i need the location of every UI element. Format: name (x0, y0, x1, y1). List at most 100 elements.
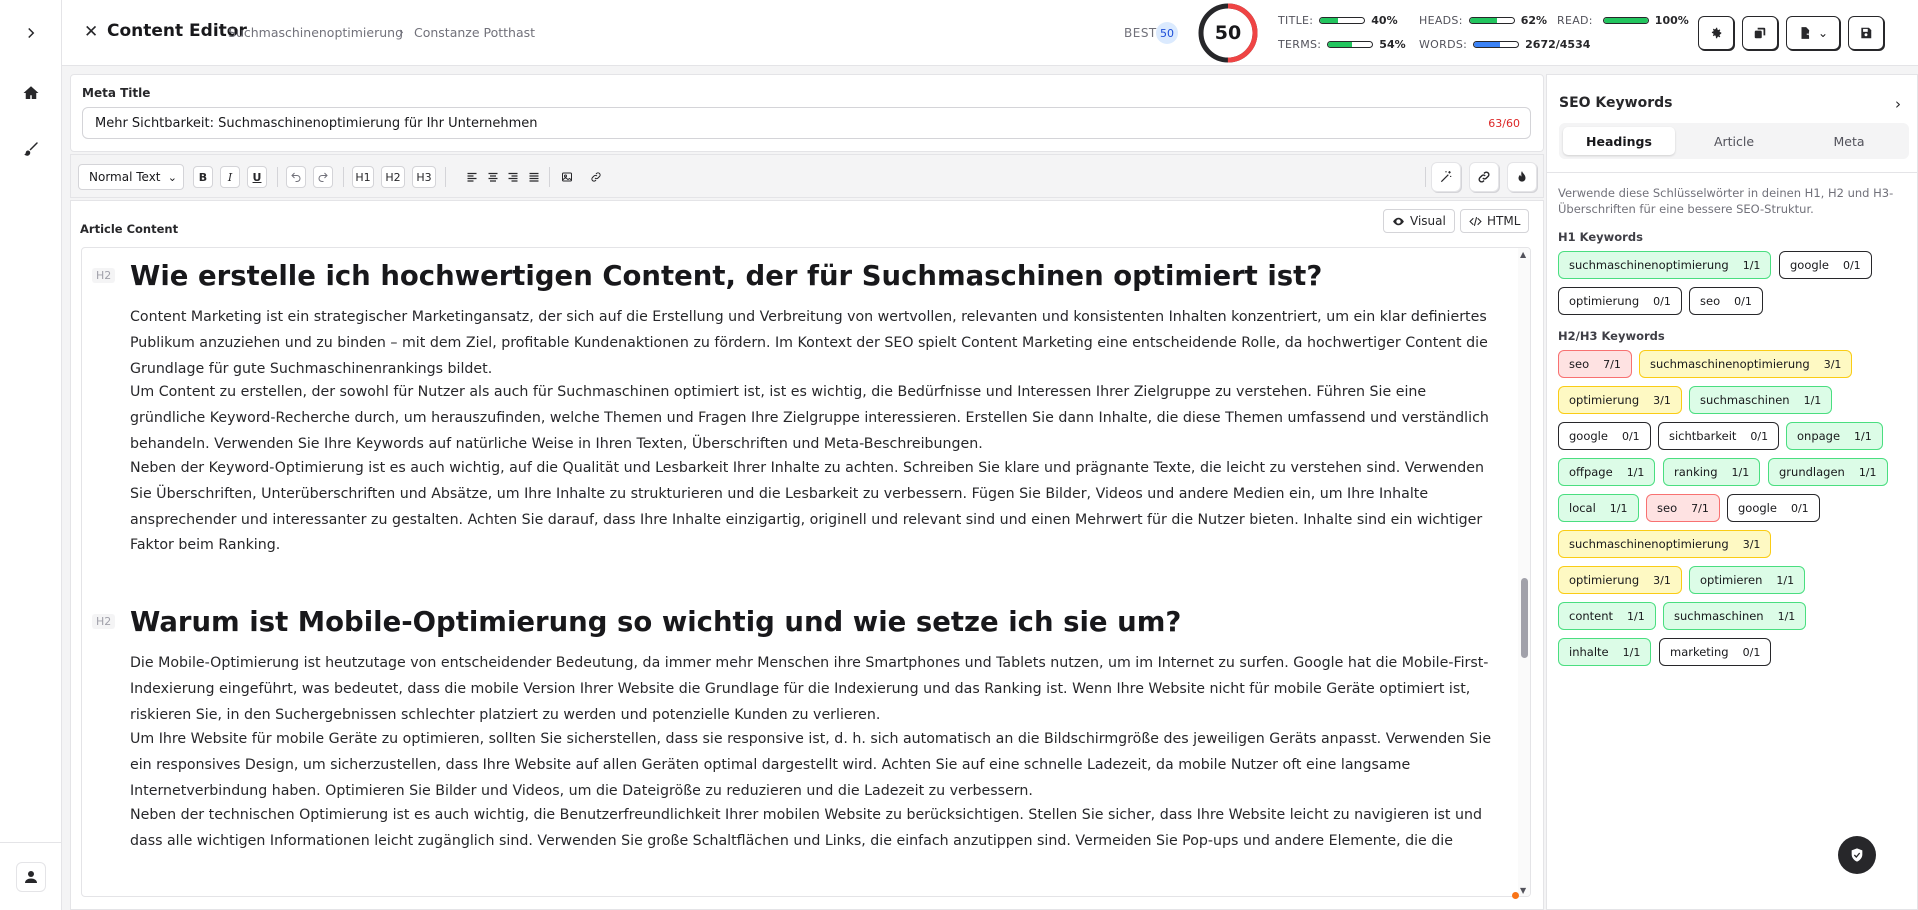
metric-bar (1468, 17, 1515, 24)
keyword-chip[interactable]: google 0/1 (1779, 251, 1872, 279)
keyword-chip[interactable]: optimierung 0/1 (1558, 287, 1682, 315)
settings-icon (1711, 27, 1722, 39)
keyword-count: 1/1 (1742, 258, 1761, 272)
keyword-chip[interactable]: suchmaschinenoptimierung 3/1 (1558, 530, 1772, 558)
scroll-up-icon[interactable]: ▲ (1520, 250, 1526, 259)
align-justify-button[interactable] (527, 166, 541, 188)
chevron-right-icon[interactable]: › (1895, 95, 1901, 113)
visual-mode-button[interactable]: Visual (1383, 209, 1455, 233)
panel-title: SEO Keywords (1559, 95, 1673, 111)
paragraph[interactable]: Neben der Keyword-Optimierung ist es auc… (130, 456, 1502, 559)
align-left-button[interactable] (465, 166, 479, 188)
keyword-chip[interactable]: suchmaschinen 1/1 (1689, 386, 1833, 414)
fire-button[interactable] (1507, 162, 1537, 192)
paragraph[interactable]: Neben der technischen Optimierung ist es… (130, 803, 1502, 855)
keyword-chip[interactable]: optimierung 3/1 (1558, 566, 1682, 594)
keyword-chip[interactable]: optimierung 3/1 (1558, 386, 1682, 414)
keyword-term: onpage (1797, 429, 1841, 443)
h23-keywords-label: H2/H3 Keywords (1558, 329, 1665, 343)
keyword-chip[interactable]: seo 0/1 (1689, 287, 1763, 315)
text-style-select[interactable]: Normal Text ⌄ (78, 164, 184, 190)
seo-keywords-panel: SEO Keywords › Headings Article Meta Ver… (1546, 74, 1918, 910)
paragraph[interactable]: Content Marketing ist ein strategischer … (130, 305, 1502, 382)
align-right-button[interactable] (506, 166, 520, 188)
link-tool-button[interactable] (1469, 162, 1499, 192)
keyword-chip[interactable]: ranking 1/1 (1663, 458, 1761, 486)
settings-button[interactable] (1698, 16, 1734, 50)
section-heading[interactable]: Wie erstelle ich hochwertigen Content, d… (130, 260, 1322, 292)
keyword-chip[interactable]: google 0/1 (1727, 494, 1820, 522)
insert-image-button[interactable] (559, 166, 575, 188)
html-mode-button[interactable]: HTML (1460, 209, 1530, 233)
align-center-button[interactable] (486, 166, 500, 188)
tab-meta[interactable]: Meta (1793, 127, 1905, 155)
shield-button[interactable] (1838, 836, 1876, 874)
insert-link-button[interactable] (587, 166, 605, 188)
paragraph[interactable]: Die Mobile-Optimierung ist heutzutage vo… (130, 651, 1502, 728)
h1-button[interactable]: H1 (352, 166, 374, 188)
scrollbar-thumb[interactable] (1521, 578, 1528, 658)
keyword-chip[interactable]: sichtbarkeit 0/1 (1658, 422, 1780, 450)
tab-article[interactable]: Article (1678, 127, 1790, 155)
redo-button[interactable] (313, 166, 333, 188)
h3-button[interactable]: H3 (412, 166, 436, 188)
keyword-chip[interactable]: suchmaschinen 1/1 (1663, 602, 1807, 630)
keyword-chip[interactable]: inhalte 1/1 (1558, 638, 1652, 666)
keyword-chip[interactable]: google 0/1 (1558, 422, 1651, 450)
meta-title-input[interactable]: Mehr Sichtbarkeit: Suchmaschinenoptimier… (82, 107, 1531, 139)
user-icon[interactable] (16, 862, 46, 892)
keyword-count: 0/1 (1621, 429, 1640, 443)
panel-tabs: Headings Article Meta (1559, 123, 1909, 159)
keyword-chip[interactable]: marketing 0/1 (1659, 638, 1772, 666)
metric-bar (1319, 17, 1366, 24)
link-icon (1478, 171, 1490, 183)
underline-button[interactable]: U (247, 166, 267, 188)
keyword-chip[interactable]: onpage 1/1 (1786, 422, 1883, 450)
keyword-chip[interactable]: seo 7/1 (1558, 350, 1632, 378)
toolbar-divider (445, 167, 446, 187)
metric-terms: TERMS: 54% (1278, 38, 1406, 51)
keyword-term: content (1569, 609, 1614, 623)
keyword-term: google (1738, 501, 1777, 515)
keyword-term: sichtbarkeit (1669, 429, 1737, 443)
keyword-term: seo (1700, 294, 1721, 308)
breadcrumb-item[interactable]: Constanze Potthast (414, 25, 535, 40)
keyword-chip[interactable]: suchmaschinenoptimierung 3/1 (1639, 350, 1853, 378)
chevron-right-icon[interactable] (16, 18, 46, 48)
keyword-chip[interactable]: offpage 1/1 (1558, 458, 1656, 486)
keyword-count: 1/1 (1858, 465, 1877, 479)
keyword-count: 7/1 (1691, 501, 1709, 515)
keyword-count: 1/1 (1854, 429, 1872, 443)
code-icon (1469, 216, 1482, 226)
keyword-chip[interactable]: suchmaschinenoptimierung 1/1 (1558, 251, 1772, 279)
copy-icon (1754, 27, 1766, 39)
keyword-chip[interactable]: seo 7/1 (1646, 494, 1720, 522)
home-icon[interactable] (16, 78, 46, 108)
h2-button[interactable]: H2 (381, 166, 405, 188)
copy-button[interactable] (1742, 16, 1778, 50)
metric-label: WORDS: (1419, 38, 1468, 51)
ai-magic-button[interactable] (1431, 162, 1461, 192)
keyword-chip[interactable]: optimieren 1/1 (1689, 566, 1806, 594)
keyword-chip[interactable]: content 1/1 (1558, 602, 1656, 630)
close-icon[interactable]: ✕ (84, 22, 98, 42)
section-heading[interactable]: Warum ist Mobile-Optimierung so wichtig … (130, 606, 1181, 638)
scroll-down-icon[interactable]: ▼ (1520, 886, 1526, 895)
bold-button[interactable]: B (193, 166, 213, 188)
italic-button[interactable]: I (220, 166, 240, 188)
brush-icon[interactable] (16, 134, 46, 164)
tab-headings[interactable]: Headings (1563, 127, 1675, 155)
save-button[interactable] (1848, 16, 1884, 50)
undo-button[interactable] (286, 166, 306, 188)
editor-scrollbar[interactable]: ▲ ▼ (1518, 248, 1530, 896)
keyword-chip[interactable]: grundlagen 1/1 (1768, 458, 1888, 486)
keyword-chip[interactable]: local 1/1 (1558, 494, 1639, 522)
paragraph[interactable]: Um Content zu erstellen, der sowohl für … (130, 380, 1502, 457)
breadcrumb-item[interactable]: Suchmaschinenoptimierung (228, 25, 403, 40)
export-dropdown-button[interactable]: ⌄ (1786, 16, 1840, 50)
paragraph[interactable]: Um Ihre Website für mobile Geräte zu opt… (130, 727, 1502, 804)
keyword-term: suchmaschinenoptimierung (1650, 357, 1810, 371)
keyword-count: 0/1 (1734, 294, 1752, 308)
metric-value: 100% (1654, 14, 1689, 27)
article-editor[interactable]: H2 Wie erstelle ich hochwertigen Content… (81, 247, 1531, 897)
